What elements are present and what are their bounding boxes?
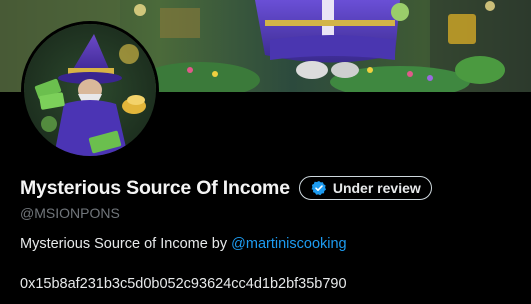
badge-label: Under review — [332, 180, 421, 196]
verified-check-icon — [311, 181, 326, 196]
wizard-avatar-image — [24, 24, 156, 156]
wallet-address: 0x15b8af231b3c5d0b052c93624cc4d1b2bf35b7… — [20, 276, 347, 292]
bio-mention-link[interactable]: @martiniscooking — [231, 236, 346, 252]
avatar[interactable] — [21, 21, 159, 159]
profile-name: Mysterious Source Of Income — [20, 176, 290, 199]
profile-name-row: Mysterious Source Of Income Under review — [20, 176, 432, 200]
bio-text: Mysterious Source of Income by — [20, 236, 232, 252]
profile-handle: @MSIONPONS — [20, 205, 120, 221]
profile-bio: Mysterious Source of Income by @martinis… — [20, 236, 347, 252]
verification-status-badge[interactable]: Under review — [298, 176, 432, 200]
